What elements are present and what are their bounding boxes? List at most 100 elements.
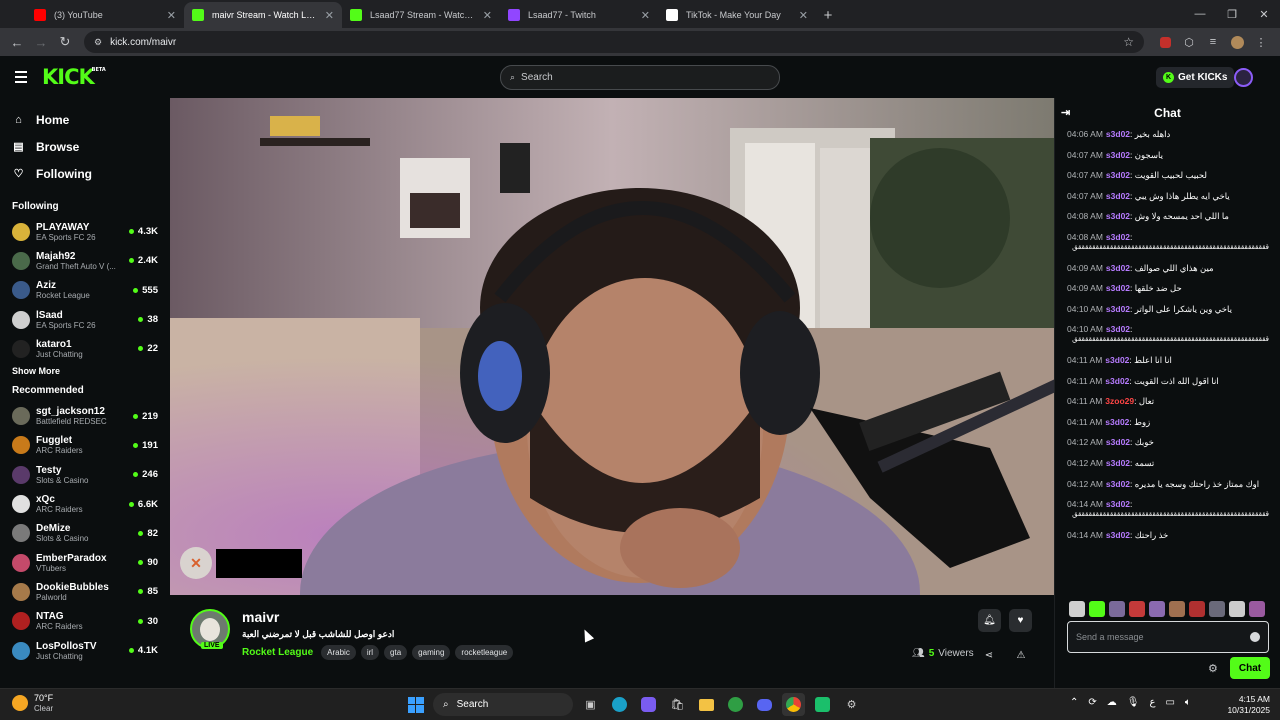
taskbar-search[interactable]: ⌕ Search xyxy=(433,693,573,716)
terminal-icon[interactable] xyxy=(811,693,834,716)
chat-settings-gear-icon[interactable]: ⚙ xyxy=(1208,662,1218,675)
chat-username[interactable]: 3zoo29 xyxy=(1105,396,1134,406)
chat-username[interactable]: s3d02 xyxy=(1106,263,1130,273)
settings-icon[interactable]: ⚙ xyxy=(840,693,863,716)
emote-icon[interactable] xyxy=(1149,601,1165,617)
chat-username[interactable]: s3d02 xyxy=(1106,437,1130,447)
tray-network-icon[interactable]: ▭ xyxy=(1165,697,1174,708)
task-view-icon[interactable]: ▣ xyxy=(579,693,602,716)
emote-icon[interactable] xyxy=(1209,601,1225,617)
chat-username[interactable]: s3d02 xyxy=(1106,170,1130,180)
stream-tag[interactable]: Arabic xyxy=(321,645,356,660)
get-kicks-button[interactable]: K Get KICKs xyxy=(1156,67,1235,88)
chat-username[interactable]: s3d02 xyxy=(1105,376,1129,386)
sidebar-channel[interactable]: LosPollosTV Just Chatting 4.1K xyxy=(0,636,170,665)
media-controls-icon[interactable]: ≡ xyxy=(1202,31,1224,53)
user-avatar[interactable] xyxy=(1234,68,1253,87)
tray-chevron-icon[interactable]: ⌃ xyxy=(1070,697,1078,708)
browser-tab[interactable]: (3) YouTube ✕ xyxy=(26,2,184,28)
chat-username[interactable]: s3d02 xyxy=(1106,283,1130,293)
show-more-button[interactable]: Show More xyxy=(0,363,170,379)
url-bar[interactable]: ⚙ kick.com/maivr ☆ xyxy=(84,31,1144,53)
sidebar-channel[interactable]: EmberParadox VTubers 90 xyxy=(0,548,170,577)
emote-icon[interactable] xyxy=(1109,601,1125,617)
emote-icon[interactable] xyxy=(1129,601,1145,617)
emote-icon[interactable] xyxy=(1229,601,1245,617)
sidebar-channel[interactable]: Fugglet ARC Raiders 191 xyxy=(0,431,170,460)
kick-logo[interactable]: KICK BETA xyxy=(42,65,106,89)
extension-icon[interactable] xyxy=(1154,31,1176,53)
sidebar-channel[interactable]: sgt_jackson12 Battlefield REDSEC 219 xyxy=(0,401,170,430)
close-tab-icon[interactable]: ✕ xyxy=(325,9,334,22)
sidebar-channel[interactable]: Aziz Rocket League 555 xyxy=(0,276,170,305)
chat-username[interactable]: s3d02 xyxy=(1106,129,1130,139)
collapse-chat-icon[interactable]: ⇥ xyxy=(1061,106,1070,119)
chat-username[interactable]: s3d02 xyxy=(1106,191,1130,201)
chat-username[interactable]: s3d02 xyxy=(1106,530,1130,540)
chat-username[interactable]: s3d02 xyxy=(1106,211,1130,221)
follow-heart-icon[interactable]: ♥ xyxy=(1009,609,1032,632)
emote-icon[interactable] xyxy=(1069,601,1085,617)
emoji-picker-icon[interactable] xyxy=(1250,632,1260,642)
sidebar-channel[interactable]: Testy Slots & Casino 246 xyxy=(0,460,170,489)
maximize-icon[interactable]: ❐ xyxy=(1216,0,1248,28)
browser-tab[interactable]: maivr Stream - Watch Live on Kick ✕ xyxy=(184,2,342,28)
chat-username[interactable]: s3d02 xyxy=(1105,355,1129,365)
browser-tab[interactable]: Lsaad77 - Twitch ✕ xyxy=(500,2,658,28)
chat-username[interactable]: s3d02 xyxy=(1106,324,1130,334)
reload-icon[interactable]: ↻ xyxy=(54,31,76,53)
emote-icon[interactable] xyxy=(1169,601,1185,617)
channel-name[interactable]: maivr xyxy=(242,609,279,625)
close-tab-icon[interactable]: ✕ xyxy=(167,9,176,22)
emote-icon[interactable] xyxy=(1089,601,1105,617)
video-player[interactable]: ✕ xyxy=(170,98,1054,595)
chat-message-input[interactable] xyxy=(1076,632,1250,642)
windows-start-icon[interactable] xyxy=(404,693,427,716)
close-tab-icon[interactable]: ✕ xyxy=(483,9,492,22)
emote-icon[interactable] xyxy=(1249,601,1265,617)
browser-tab[interactable]: Lsaad77 Stream - Watch Live on Kick ✕ xyxy=(342,2,500,28)
tray-volume-icon[interactable]: 🔈︎ xyxy=(1185,697,1191,708)
close-window-icon[interactable]: ✕ xyxy=(1248,0,1280,28)
tray-language-icon[interactable]: ع xyxy=(1149,697,1155,708)
new-tab-button[interactable]: + xyxy=(816,2,840,28)
bookmark-star-icon[interactable]: ☆ xyxy=(1123,35,1134,49)
edge-icon[interactable] xyxy=(608,693,631,716)
tray-mic-icon[interactable]: 🎙︎ xyxy=(1127,697,1140,708)
sidebar-channel[interactable]: NTAG ARC Raiders 30 xyxy=(0,607,170,636)
profile-icon[interactable] xyxy=(1226,31,1248,53)
chat-username[interactable]: s3d02 xyxy=(1105,417,1129,427)
discord-icon[interactable] xyxy=(753,693,776,716)
back-icon[interactable]: ← xyxy=(6,31,28,53)
nav-browse[interactable]: ▤ Browse xyxy=(0,133,170,160)
chat-username[interactable]: s3d02 xyxy=(1106,232,1130,242)
file-explorer-icon[interactable] xyxy=(695,693,718,716)
search-bar[interactable]: ⌕ Search xyxy=(500,65,780,90)
notification-bell-icon[interactable]: 🔔︎ xyxy=(978,609,1001,632)
nav-following[interactable]: ♡ Following xyxy=(0,160,170,187)
forward-icon[interactable]: → xyxy=(30,31,52,53)
send-chat-button[interactable]: Chat xyxy=(1230,657,1270,679)
emote-icon[interactable] xyxy=(1189,601,1205,617)
tray-sync-icon[interactable]: ⟳ xyxy=(1088,697,1096,708)
report-warning-icon[interactable]: ⚠ xyxy=(1013,647,1029,663)
copilot-icon[interactable] xyxy=(637,693,660,716)
chat-username[interactable]: s3d02 xyxy=(1106,479,1130,489)
chat-username[interactable]: s3d02 xyxy=(1106,304,1130,314)
sidebar-channel[interactable]: DookieBubbles Palworld 85 xyxy=(0,577,170,606)
hamburger-menu-icon[interactable] xyxy=(0,71,42,83)
weather-widget[interactable]: 70°F Clear xyxy=(12,693,53,713)
browser-tab[interactable]: TikTok - Make Your Day ✕ xyxy=(658,2,816,28)
sidebar-channel[interactable]: Majah92 Grand Theft Auto V (... 2.4K xyxy=(0,246,170,275)
sidebar-channel[interactable]: lSaad EA Sports FC 26 38 xyxy=(0,305,170,334)
chat-username[interactable]: s3d02 xyxy=(1106,499,1130,509)
close-tab-icon[interactable]: ✕ xyxy=(799,9,808,22)
store-icon[interactable]: 🛍︎ xyxy=(666,693,689,716)
stream-tag[interactable]: rocketleague xyxy=(455,645,514,660)
stream-category[interactable]: Rocket League xyxy=(242,647,313,658)
tray-cloud-icon[interactable]: ☁ xyxy=(1107,697,1117,708)
chat-username[interactable]: s3d02 xyxy=(1106,150,1130,160)
share-icon[interactable]: ⋖ xyxy=(981,647,997,663)
sidebar-channel[interactable]: PLAYAWAY EA Sports FC 26 4.3K xyxy=(0,217,170,246)
system-clock[interactable]: 4:15 AM 10/31/2025 xyxy=(1222,694,1270,716)
